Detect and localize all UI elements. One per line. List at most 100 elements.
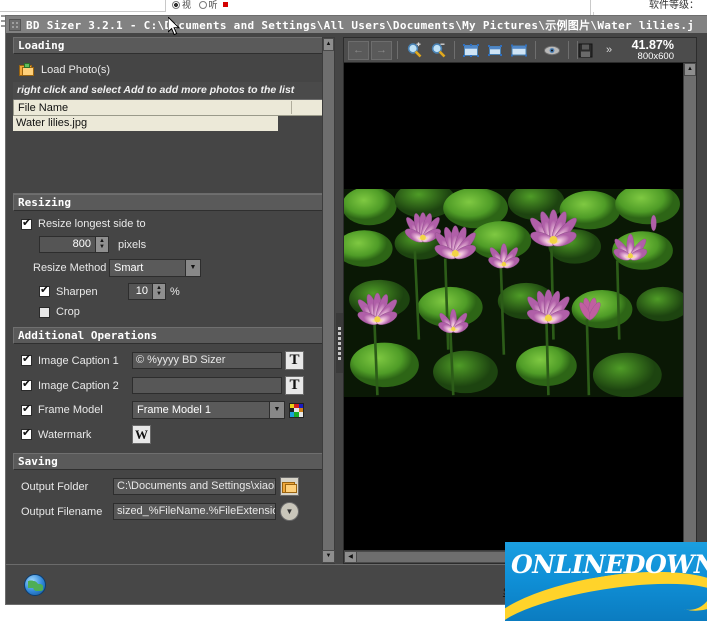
output-filename-row: Output Filename sized_%FileName.%FileExt… <box>13 499 323 524</box>
frame-model-row[interactable]: Frame Model Frame Model 1 ▼ <box>13 398 323 422</box>
globe-icon[interactable] <box>24 574 46 596</box>
watermark-checkbox[interactable] <box>21 427 32 440</box>
image-canvas[interactable] <box>344 63 683 550</box>
eye-icon[interactable] <box>541 41 563 60</box>
resizing-section: Resize longest side to 800 ▲▼ pixels Res… <box>13 211 323 327</box>
caption1-label: Image Caption 1 <box>38 354 119 367</box>
browse-folder-button[interactable] <box>280 477 299 496</box>
back-button[interactable]: ← <box>348 40 369 60</box>
background-radio-group[interactable]: 视 听 <box>172 0 229 12</box>
options-panel: Loading Load Photo(s) right click and se… <box>13 37 323 564</box>
file-list[interactable]: Water lilies.jpg <box>13 116 323 194</box>
output-filename-input[interactable]: sized_%FileName.%FileExtension <box>113 503 276 520</box>
window-fit-icon[interactable] <box>460 41 482 60</box>
crop-checkbox[interactable] <box>39 306 50 318</box>
caption2-text-button[interactable]: T <box>285 376 304 395</box>
watermark-row[interactable]: Watermark W <box>13 422 323 447</box>
pixels-spin-arrows[interactable]: ▲ ▼ <box>95 237 108 252</box>
resize-method-label: Resize Method <box>33 262 107 274</box>
window-wide-icon[interactable] <box>508 41 530 60</box>
frame-model-select[interactable]: Frame Model 1 ▼ <box>132 401 285 419</box>
sharpen-checkbox[interactable] <box>39 284 50 297</box>
file-list-header[interactable]: File Name <box>13 100 323 116</box>
app-icon <box>9 18 21 31</box>
onlinedown-watermark: ONLINEDOWN.NET <box>505 542 707 621</box>
frame-model-label: Frame Model <box>38 404 103 416</box>
zoom-level: 41.87% <box>631 38 674 52</box>
sharpen-stepper[interactable]: 10 ▲ ▼ <box>128 283 166 300</box>
load-photos-button[interactable]: Load Photo(s) <box>13 58 323 82</box>
caption1-input[interactable]: © %yyyy BD Sizer <box>132 352 282 369</box>
window-body: Loading Load Photo(s) right click and se… <box>6 33 707 604</box>
column-file-name: File Name <box>18 101 69 114</box>
preview-vertical-scrollbar[interactable]: ▲ <box>683 63 696 550</box>
sharpen-label: Sharpen <box>56 285 98 298</box>
radio-label-b: 听 <box>208 0 218 10</box>
preview-panel: ← → » 41.87% 800x600 ▲ ◀ <box>343 37 697 564</box>
caption2-row[interactable]: Image Caption 2 T <box>13 373 323 398</box>
color-palette-icon[interactable] <box>289 402 304 418</box>
caption2-checkbox[interactable] <box>21 378 32 391</box>
output-folder-row: Output Folder C:\Documents and Settings\… <box>13 474 323 499</box>
title-bar[interactable]: BD Sizer 3.2.1 - C:\Documents and Settin… <box>6 16 707 33</box>
pixels-input[interactable]: 800 <box>40 237 95 252</box>
caption1-text-button[interactable]: T <box>285 351 304 370</box>
frame-model-checkbox[interactable] <box>21 403 32 416</box>
chevron-right-icon: » <box>605 44 613 56</box>
load-photos-label: Load Photo(s) <box>41 64 111 76</box>
watermark-brand: ONLINEDOWN <box>511 550 707 579</box>
scroll-left-icon[interactable]: ◀ <box>344 551 357 563</box>
caption2-input[interactable] <box>132 377 282 394</box>
folder-open-icon <box>19 63 35 77</box>
column-divider[interactable] <box>291 101 292 114</box>
background-box <box>0 0 166 12</box>
panel-splitter[interactable] <box>336 313 343 373</box>
radio-selected[interactable] <box>172 1 180 9</box>
window-actual-icon[interactable] <box>484 41 506 60</box>
crop-label: Crop <box>56 306 80 318</box>
resize-longest-checkbox[interactable] <box>21 217 32 230</box>
sharpen-row[interactable]: Sharpen 10 ▲▼ % <box>13 280 323 303</box>
scroll-down-icon[interactable]: ▼ <box>322 550 335 563</box>
section-header-saving: Saving <box>13 453 323 470</box>
caption1-row[interactable]: Image Caption 1 © %yyyy BD Sizer T <box>13 348 323 373</box>
pixels-unit-label: pixels <box>118 238 147 251</box>
chevron-down-icon[interactable]: ▼ <box>269 402 284 418</box>
water-lilies-photo[interactable] <box>344 189 683 397</box>
more-tools-icon[interactable]: » <box>598 41 620 60</box>
radio-unselected[interactable] <box>198 1 207 9</box>
sharpen-input[interactable]: 10 <box>129 284 152 299</box>
output-folder-label: Output Folder <box>21 480 89 493</box>
pixels-stepper[interactable]: 800 ▲ ▼ <box>39 236 109 253</box>
forward-button[interactable]: → <box>371 40 392 60</box>
screen: 视 听 软件等级： ▲ I CLSFISC BD Sizer 3.2.1 - C… <box>0 0 707 621</box>
crop-row[interactable]: Crop <box>13 303 323 321</box>
section-header-additional: Additional Operations <box>13 327 323 344</box>
toolbar-separator <box>568 41 569 59</box>
resize-method-select[interactable]: Smart ▼ <box>109 259 201 277</box>
filename-preset-button[interactable]: ▼ <box>280 502 299 521</box>
resize-method-value: Smart <box>114 262 144 274</box>
chevron-down-icon[interactable]: ▼ <box>185 260 200 276</box>
scroll-up-icon[interactable]: ▲ <box>684 63 696 76</box>
toolbar-separator <box>535 41 536 59</box>
zoom-out-icon[interactable] <box>427 41 449 60</box>
zoom-in-icon[interactable] <box>403 41 425 60</box>
list-item[interactable]: Water lilies.jpg <box>13 116 278 131</box>
output-folder-input[interactable]: C:\Documents and Settings\xiaolian <box>113 478 276 495</box>
sharpen-unit-label: % <box>170 285 180 298</box>
caption1-checkbox[interactable] <box>21 353 32 366</box>
frame-model-value: Frame Model 1 <box>137 404 211 416</box>
options-scrollbar[interactable]: ▲ ▼ <box>322 37 335 564</box>
toolbar-separator <box>577 41 578 59</box>
image-dimensions: 800x600 <box>637 51 674 62</box>
output-filename-label: Output Filename <box>21 505 103 518</box>
sharpen-spin-arrows[interactable]: ▲ ▼ <box>152 284 165 299</box>
window-title: BD Sizer 3.2.1 - C:\Documents and Settin… <box>26 18 695 32</box>
additional-section: Image Caption 1 © %yyyy BD Sizer T Image… <box>13 344 323 453</box>
resize-longest-row[interactable]: Resize longest side to <box>13 215 323 233</box>
loading-section: Load Photo(s) right click and select Add… <box>13 54 323 194</box>
scroll-up-icon[interactable]: ▲ <box>323 38 334 51</box>
watermark-button[interactable]: W <box>132 425 151 444</box>
watermark-label: Watermark <box>38 428 92 441</box>
